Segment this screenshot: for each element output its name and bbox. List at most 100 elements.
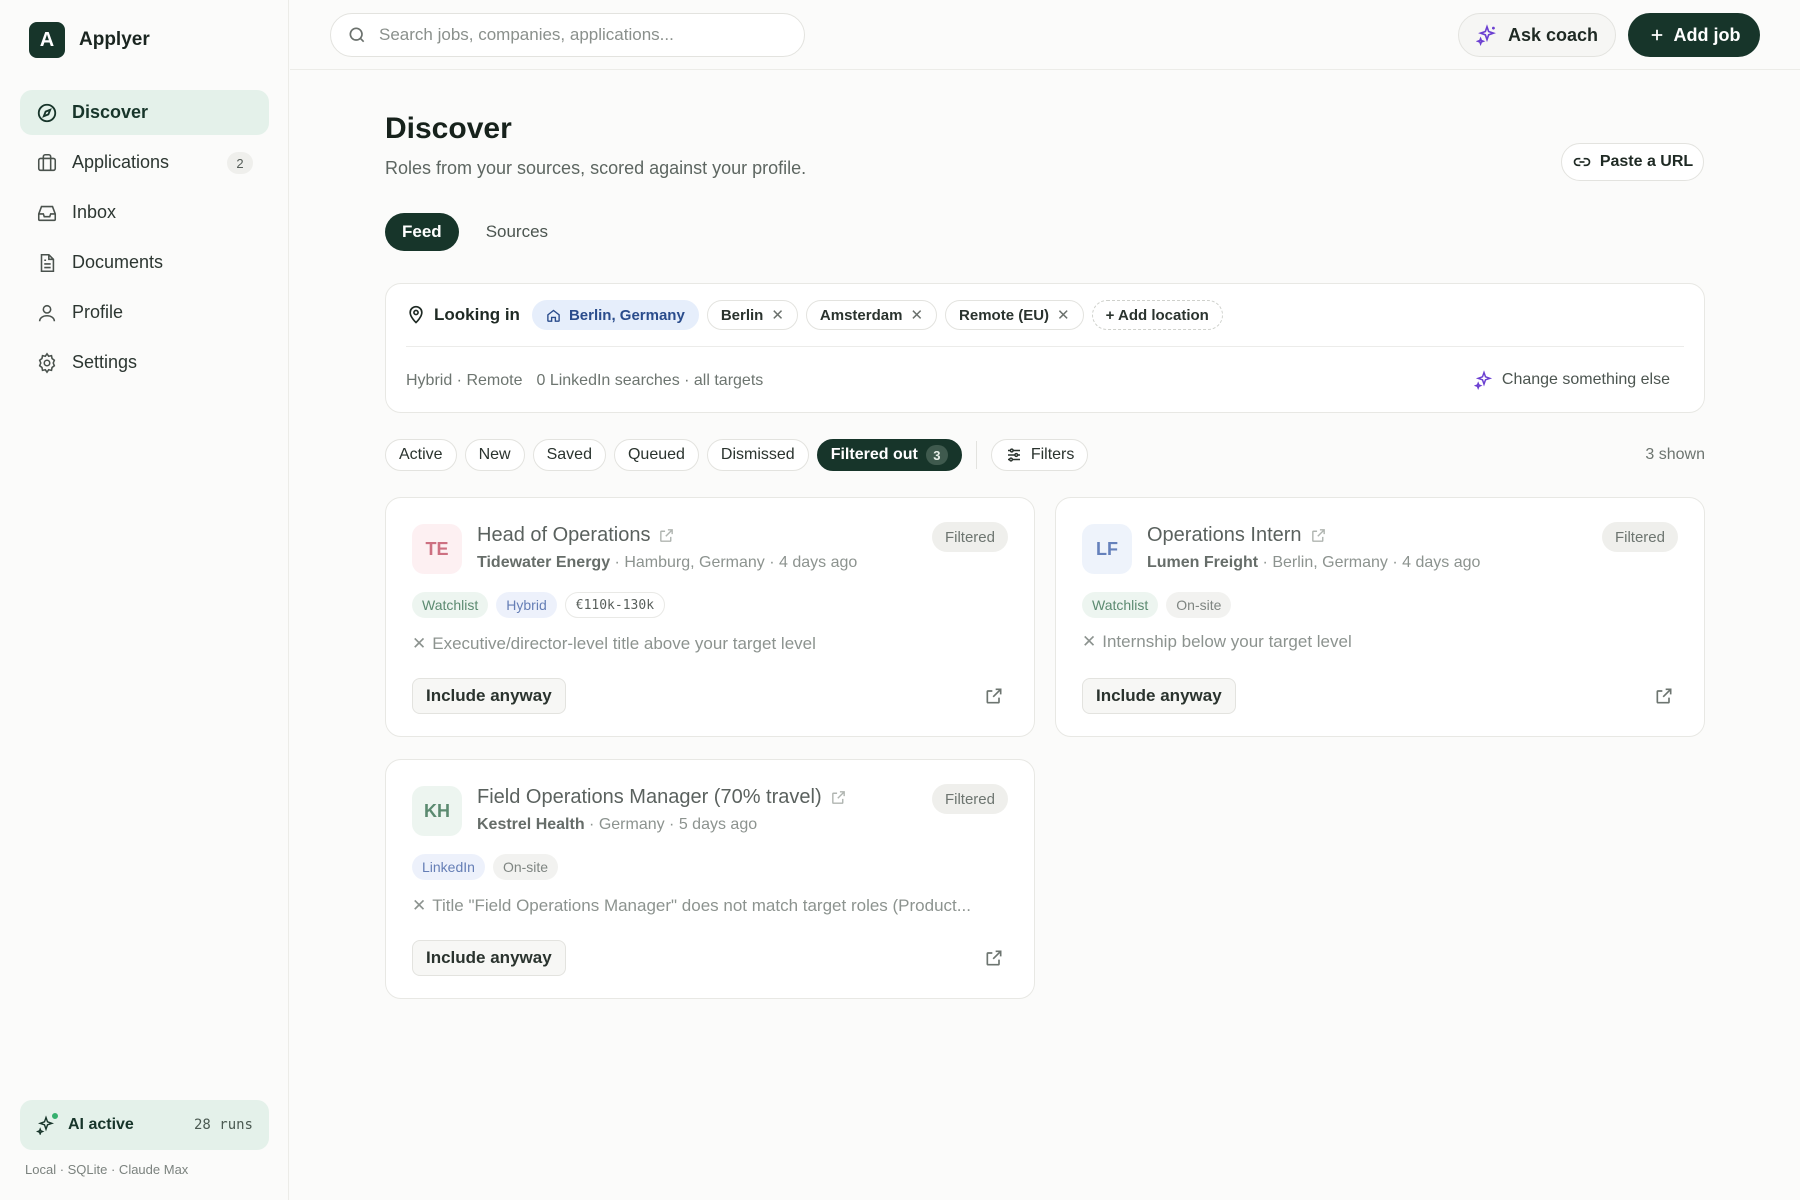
location-chips-row: Looking in Berlin, Germany Berlin ✕ Amst… (406, 300, 1223, 330)
status-badge: Filtered (931, 784, 1008, 814)
job-card[interactable]: KH Field Operations Manager (70% travel)… (385, 759, 1035, 999)
sidebar-item-label: Documents (72, 252, 164, 272)
environment-info: Local · SQLite · Claude Max (25, 1162, 189, 1177)
job-title: Head of Operations (477, 524, 651, 546)
sparkle-icon (1473, 370, 1493, 390)
add-location-button[interactable]: + Add location (1091, 300, 1223, 330)
job-card[interactable]: TE Head of Operations Tidewater Energy ·… (385, 497, 1035, 737)
status-badge: Filtered (931, 522, 1008, 552)
filter-dismissed[interactable]: Dismissed (706, 439, 809, 471)
paste-url-button[interactable]: Paste a URL (1561, 143, 1704, 181)
job-tags: LinkedIn On-site (412, 854, 559, 880)
job-title-link[interactable]: Head of Operations (477, 524, 675, 547)
user-icon (38, 304, 56, 321)
filter-reason-text: Internship below your target level (1102, 632, 1352, 651)
remove-location-icon[interactable]: ✕ (910, 306, 923, 324)
company-avatar: KH (412, 786, 462, 836)
document-icon (40, 253, 55, 272)
home-icon (547, 309, 560, 322)
external-link-icon[interactable] (984, 686, 1004, 706)
tab-feed[interactable]: Feed (385, 213, 459, 251)
paste-url-label: Paste a URL (1599, 153, 1694, 170)
filter-saved[interactable]: Saved (532, 439, 606, 471)
tag-onsite: On-site (492, 854, 559, 880)
remove-location-icon[interactable]: ✕ (1057, 306, 1070, 324)
sidebar: A Applyer Discover Applications 2 Inbox … (0, 0, 289, 1200)
page-subtitle: Roles from your sources, scored against … (385, 158, 807, 178)
filter-reason: ✕ Executive/director-level title above y… (412, 634, 816, 654)
sidebar-item-inbox[interactable]: Inbox (20, 190, 269, 235)
link-icon (1573, 157, 1591, 167)
external-link-icon[interactable] (1654, 686, 1674, 706)
filter-reason: ✕ Title "Field Operations Manager" does … (412, 896, 971, 916)
location-chip-label: Berlin (720, 306, 764, 324)
include-anyway-button[interactable]: Include anyway (1082, 678, 1236, 714)
inbox-icon (37, 205, 57, 221)
home-location-label: Berlin, Germany (568, 306, 685, 324)
job-meta: Lumen Freight · Berlin, Germany · 4 days… (1147, 554, 1480, 572)
looking-in-text: Looking in (434, 305, 520, 324)
sidebar-item-label: Profile (72, 302, 124, 322)
ai-active-dot (50, 1111, 60, 1121)
sidebar-item-profile[interactable]: Profile (20, 290, 269, 335)
brand[interactable]: A Applyer (29, 22, 150, 58)
search-meta: Hybrid · Remote 0 LinkedIn searches · al… (406, 372, 763, 390)
include-anyway-button[interactable]: Include anyway (412, 678, 566, 714)
work-mode-summary: Hybrid · Remote (406, 372, 523, 389)
company-name: Tidewater Energy (477, 554, 611, 571)
ai-status-label: AI active (68, 1116, 134, 1133)
add-job-button[interactable]: Add job (1628, 13, 1760, 57)
feed-tabs: Feed Sources (385, 213, 565, 251)
divider (975, 441, 977, 469)
filter-filtered-out[interactable]: Filtered out 3 (816, 439, 962, 471)
location-chip-label: Remote (EU) (959, 306, 1050, 324)
tag-watchlist: Watchlist (1082, 592, 1159, 618)
tab-sources[interactable]: Sources (469, 213, 565, 251)
sidebar-item-applications[interactable]: Applications 2 (20, 140, 269, 185)
briefcase-icon (37, 153, 57, 171)
sidebar-item-settings[interactable]: Settings (20, 340, 269, 385)
filters-button[interactable]: Filters (990, 439, 1089, 471)
divider (406, 346, 1684, 347)
ask-coach-button[interactable]: Ask coach (1458, 13, 1616, 57)
topbar: Ask coach Add job (290, 0, 1800, 70)
remove-location-icon[interactable]: ✕ (771, 306, 784, 324)
job-location-age: · Germany · 5 days ago (584, 816, 758, 833)
sidebar-item-label: Inbox (72, 202, 117, 222)
add-job-label: Add job (1673, 24, 1741, 45)
job-title-link[interactable]: Field Operations Manager (70% travel) (477, 786, 847, 809)
external-link-icon (1311, 529, 1325, 542)
location-chip-amsterdam: Amsterdam ✕ (805, 300, 938, 330)
job-title: Operations Intern (1147, 524, 1302, 546)
job-meta: Tidewater Energy · Hamburg, Germany · 4 … (477, 554, 857, 572)
filter-active[interactable]: Active (385, 439, 457, 471)
external-link-icon[interactable] (984, 948, 1004, 968)
tag-salary: €110k-130k (564, 592, 666, 618)
close-icon: ✕ (412, 896, 427, 915)
filter-queued[interactable]: Queued (613, 439, 699, 471)
search-input[interactable] (379, 25, 788, 45)
job-location-age: · Hamburg, Germany · 4 days ago (610, 554, 858, 571)
ai-status[interactable]: AI active 28 runs (20, 1100, 269, 1150)
sparkle-icon (35, 1111, 60, 1136)
job-location-age: · Berlin, Germany · 4 days ago (1258, 554, 1481, 571)
job-card[interactable]: LF Operations Intern Lumen Freight · Ber… (1055, 497, 1705, 737)
applications-count-badge: 2 (227, 152, 253, 174)
location-chip-label: Amsterdam (819, 306, 903, 324)
job-tags: Watchlist On-site (1082, 592, 1232, 618)
search-box[interactable] (330, 13, 805, 57)
sidebar-item-discover[interactable]: Discover (20, 90, 269, 135)
home-location-chip[interactable]: Berlin, Germany (531, 300, 699, 330)
filter-new[interactable]: New (464, 439, 525, 471)
filter-reason-text: Executive/director-level title above you… (432, 634, 816, 653)
change-something-else-button[interactable]: Change something else (1473, 370, 1670, 390)
job-title-link[interactable]: Operations Intern (1147, 524, 1327, 547)
sidebar-item-label: Applications (72, 152, 170, 172)
looking-in-label: Looking in (406, 305, 520, 325)
map-pin-icon (409, 305, 423, 324)
filter-count-badge: 3 (925, 445, 948, 465)
include-anyway-button[interactable]: Include anyway (412, 940, 566, 976)
job-meta: Kestrel Health · Germany · 5 days ago (477, 816, 757, 834)
sidebar-item-documents[interactable]: Documents (20, 240, 269, 285)
company-avatar: LF (1082, 524, 1132, 574)
